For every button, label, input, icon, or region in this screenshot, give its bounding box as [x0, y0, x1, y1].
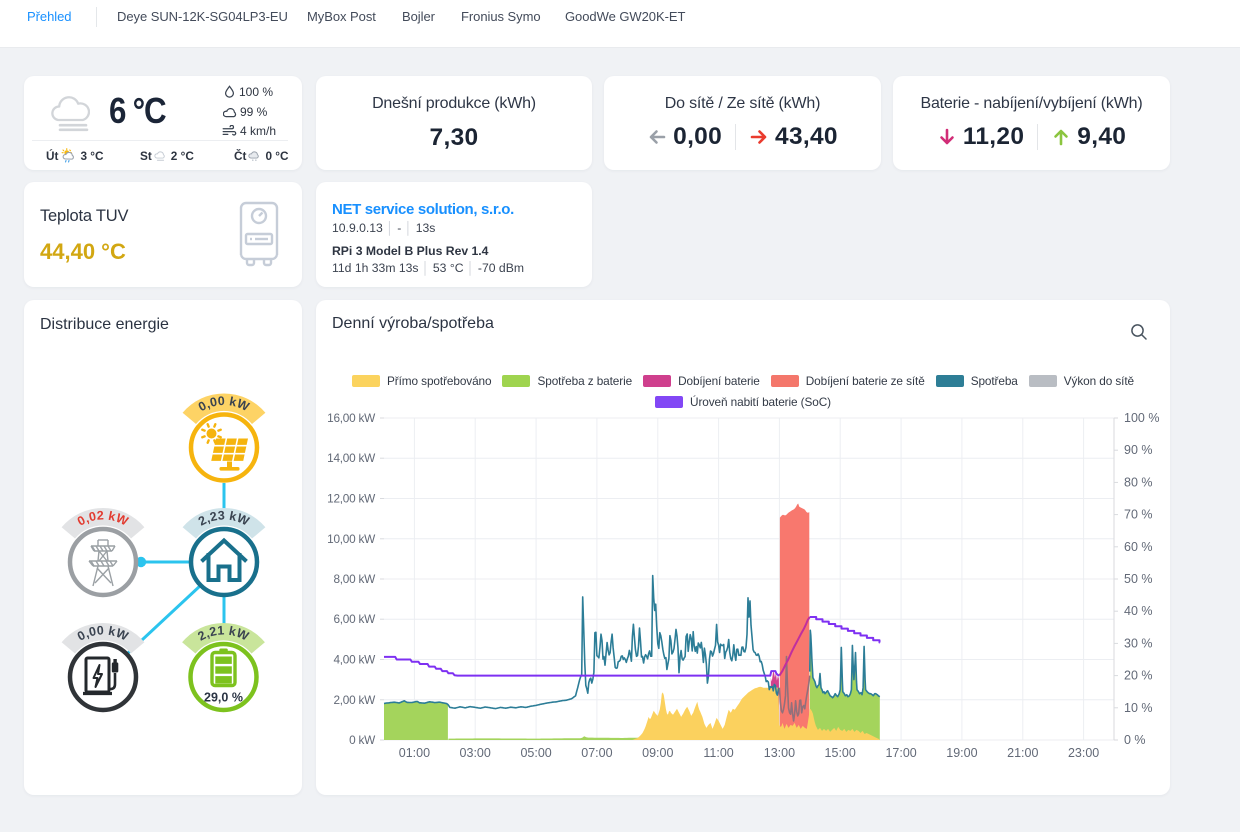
svg-text:100 %: 100 %: [1124, 411, 1159, 425]
svg-text:19:00: 19:00: [946, 746, 977, 760]
svg-text:10,00 kW: 10,00 kW: [327, 532, 376, 546]
svg-text:11:00: 11:00: [703, 746, 733, 760]
svg-text:60 %: 60 %: [1124, 540, 1153, 554]
svg-text:05:00: 05:00: [520, 746, 551, 760]
svg-text:40 %: 40 %: [1124, 604, 1153, 618]
svg-text:50 %: 50 %: [1124, 572, 1153, 586]
svg-text:30 %: 30 %: [1124, 636, 1153, 650]
svg-text:23:00: 23:00: [1068, 746, 1099, 760]
svg-text:8,00 kW: 8,00 kW: [333, 572, 376, 586]
svg-text:09:00: 09:00: [642, 746, 673, 760]
svg-text:15:00: 15:00: [825, 746, 856, 760]
svg-text:90 %: 90 %: [1124, 443, 1153, 457]
svg-text:0,00 kW: 0,00 kW: [75, 623, 130, 643]
svg-text:13:00: 13:00: [764, 746, 795, 760]
svg-text:0 %: 0 %: [1124, 733, 1146, 747]
svg-text:2,23 kW: 2,23 kW: [196, 508, 251, 528]
svg-text:80 %: 80 %: [1124, 475, 1153, 489]
svg-text:2,00 kW: 2,00 kW: [333, 693, 376, 707]
svg-text:12,00 kW: 12,00 kW: [327, 492, 376, 506]
svg-text:07:00: 07:00: [581, 746, 612, 760]
svg-text:70 %: 70 %: [1124, 508, 1153, 522]
svg-text:03:00: 03:00: [460, 746, 491, 760]
svg-text:2,21 kW: 2,21 kW: [196, 623, 251, 643]
svg-text:0,00 kW: 0,00 kW: [196, 394, 251, 414]
svg-text:21:00: 21:00: [1007, 746, 1038, 760]
svg-text:4,00 kW: 4,00 kW: [333, 653, 376, 667]
svg-text:6,00 kW: 6,00 kW: [333, 612, 376, 626]
svg-text:0 kW: 0 kW: [349, 733, 376, 747]
svg-text:14,00 kW: 14,00 kW: [327, 451, 376, 465]
svg-text:17:00: 17:00: [885, 746, 916, 760]
svg-text:0,02 kW: 0,02 kW: [75, 508, 130, 528]
svg-text:10 %: 10 %: [1124, 701, 1153, 715]
svg-text:16,00 kW: 16,00 kW: [327, 411, 376, 425]
svg-text:20 %: 20 %: [1124, 669, 1153, 683]
svg-text:01:00: 01:00: [399, 746, 430, 760]
svg-text:29,0 %: 29,0 %: [204, 691, 243, 705]
